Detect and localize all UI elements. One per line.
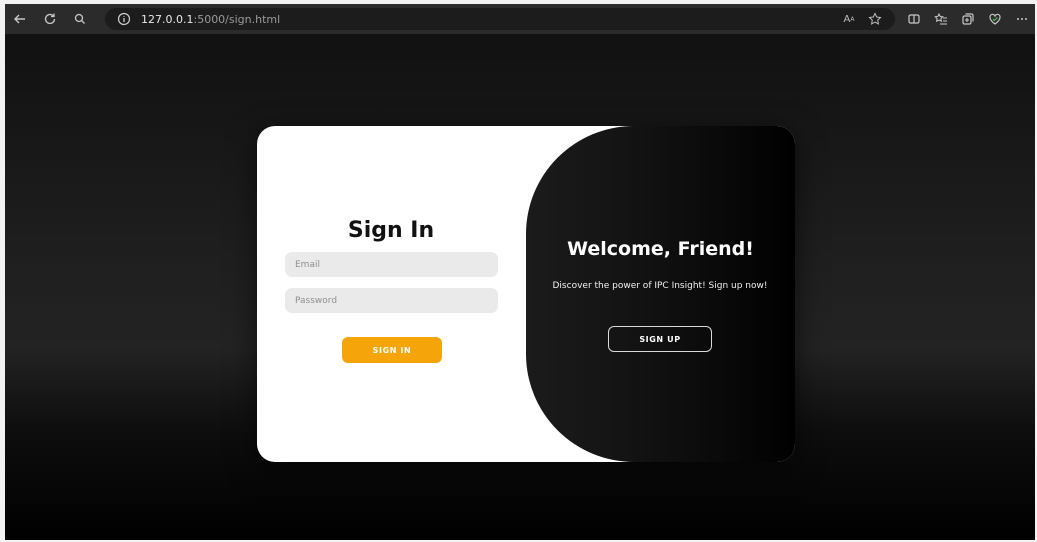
welcome-title: Welcome, Friend! xyxy=(567,238,754,260)
auth-card: Sign In SIGN IN Welcome, Friend! Discove… xyxy=(257,126,795,462)
browser-window: 127.0.0.1:5000/sign.html AA Sign In Emai… xyxy=(5,4,1035,540)
more-icon[interactable] xyxy=(1008,4,1035,34)
signin-title: Sign In xyxy=(347,218,435,243)
url-host: 127.0.0.1 xyxy=(141,12,194,26)
welcome-message: Discover the power of IPC Insight! Sign … xyxy=(552,281,768,291)
split-screen-icon[interactable] xyxy=(900,4,927,34)
favorites-icon[interactable] xyxy=(927,4,954,34)
signin-form: Sign In SIGN IN xyxy=(257,126,525,462)
email-field[interactable] xyxy=(285,252,498,277)
search-icon[interactable] xyxy=(65,4,95,34)
page-background: Sign In SIGN IN Welcome, Friend! Discove… xyxy=(5,34,1035,540)
back-icon[interactable] xyxy=(5,4,35,34)
welcome-panel: Welcome, Friend! Discover the power of I… xyxy=(526,126,795,462)
address-bar[interactable]: 127.0.0.1:5000/sign.html AA xyxy=(105,8,895,30)
copilot-icon[interactable] xyxy=(981,4,1008,34)
password-field[interactable] xyxy=(285,288,498,313)
url-text[interactable]: 127.0.0.1:5000/sign.html xyxy=(141,13,280,26)
browser-toolbar: 127.0.0.1:5000/sign.html AA xyxy=(5,4,1035,34)
sign-in-button[interactable]: SIGN IN xyxy=(342,337,442,363)
sign-up-button[interactable]: SIGN UP xyxy=(608,326,712,352)
info-icon[interactable] xyxy=(117,12,131,26)
collections-icon[interactable] xyxy=(954,4,981,34)
read-aloud-icon[interactable]: AA xyxy=(841,11,857,27)
refresh-icon[interactable] xyxy=(35,4,65,34)
favorite-star-icon[interactable] xyxy=(867,11,883,27)
url-path: :5000/sign.html xyxy=(193,12,281,26)
